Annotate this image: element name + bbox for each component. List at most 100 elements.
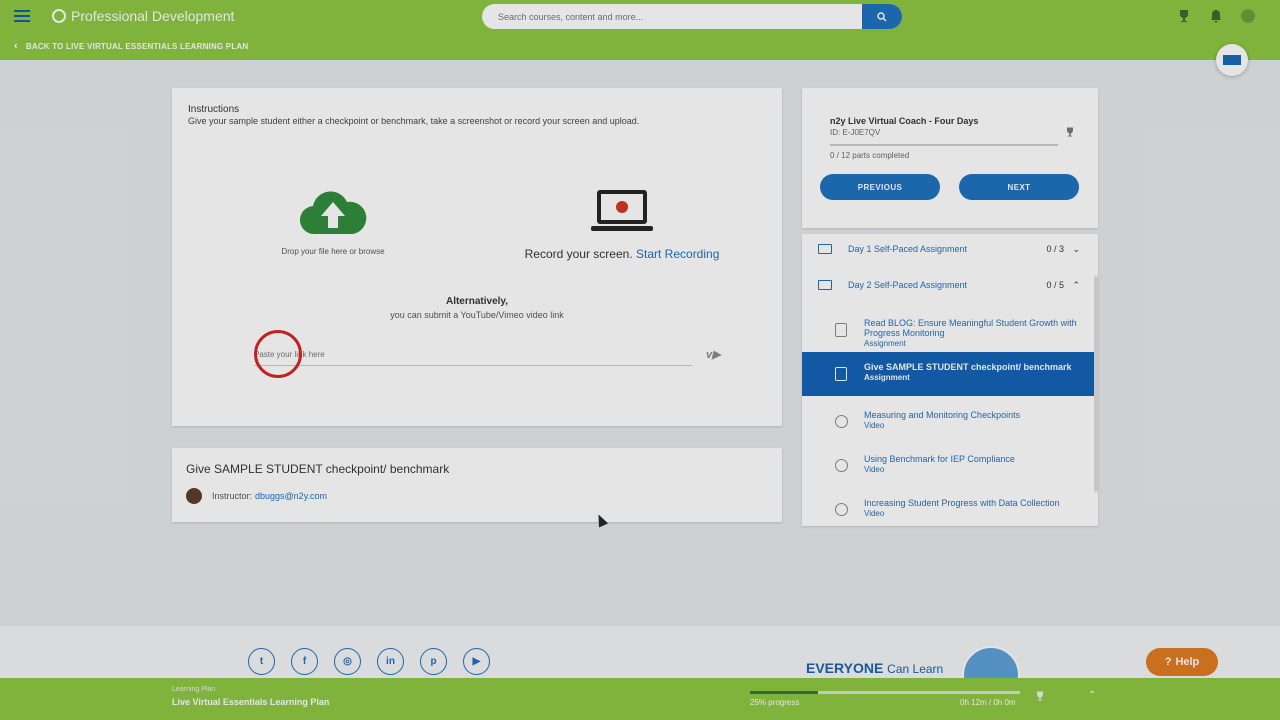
search-icon	[877, 11, 887, 22]
play-circle-icon	[835, 503, 848, 516]
time-spent: 0h 12m / 0h 0m	[960, 698, 1016, 707]
help-label: Help	[1175, 656, 1200, 668]
item-type: Video	[864, 509, 885, 518]
progress-track	[750, 691, 1020, 694]
list-item[interactable]: Increasing Student Progress with Data Co…	[802, 488, 1098, 526]
search-button[interactable]	[862, 4, 902, 29]
facebook-icon[interactable]: f	[291, 648, 318, 675]
linkedin-icon[interactable]: in	[377, 648, 404, 675]
item-type: Assignment	[864, 339, 906, 348]
click-highlight-ring	[254, 330, 302, 378]
course-title: n2y Live Virtual Coach - Four Days	[830, 116, 979, 126]
social-links: t f ◎ in p ▶	[248, 648, 490, 675]
video-link-field	[254, 344, 692, 366]
instructor-line: Instructor: dbuggs@n2y.com	[186, 488, 327, 504]
trophy-icon	[1067, 127, 1073, 137]
bell-icon[interactable]	[1208, 8, 1224, 24]
item-name: Measuring and Monitoring Checkpoints	[864, 410, 1021, 420]
outline-scrollbar[interactable]	[1094, 276, 1098, 492]
hamburger-menu-icon[interactable]	[14, 10, 30, 24]
record-label: Record your screen.	[524, 247, 633, 261]
play-circle-icon	[835, 415, 848, 428]
parts-completed: 0 / 12 parts completed	[830, 151, 910, 160]
clipboard-icon	[835, 323, 847, 337]
instructions-card: Instructions Give your sample student ei…	[172, 88, 782, 426]
help-button[interactable]: ? Help	[1146, 648, 1218, 676]
course-outline: Day 1 Self-Paced Assignment 0 / 3 ⌄ Day …	[802, 234, 1098, 526]
alternative-title: Alternatively,	[445, 296, 509, 307]
progress-fill	[750, 691, 818, 694]
assignment-title: Give SAMPLE STUDENT checkpoint/ benchmar…	[186, 462, 450, 476]
item-type: Assignment	[864, 373, 910, 382]
trophy-icon	[1037, 691, 1043, 701]
record-area: Record your screen. Start Recording	[516, 188, 728, 261]
cloud-upload-icon	[299, 191, 367, 235]
back-link-label: BACK TO LIVE VIRTUAL ESSENTIALS LEARNING…	[25, 41, 249, 51]
youtube-icon[interactable]: ▶	[463, 648, 490, 675]
search-bar	[482, 4, 902, 29]
section-day1[interactable]: Day 1 Self-Paced Assignment 0 / 3 ⌄	[802, 234, 1098, 264]
item-type: Video	[864, 421, 885, 430]
flag-badge-button[interactable]	[1216, 44, 1248, 76]
progress-text: 25% progress	[750, 698, 800, 707]
record-text: Record your screen. Start Recording	[516, 247, 728, 261]
item-name: Read BLOG: Ensure Meaningful Student Gro…	[864, 318, 1077, 338]
assignment-info-card: Give SAMPLE STUDENT checkpoint/ benchmar…	[172, 448, 782, 522]
back-link[interactable]: ‹ BACK TO LIVE VIRTUAL ESSENTIALS LEARNI…	[14, 40, 248, 52]
top-bar: Professional Development ‹ BACK TO LIVE …	[0, 0, 1280, 60]
play-circle-icon	[835, 459, 848, 472]
brand-title: Professional Development	[71, 8, 235, 24]
instructions-title: Instructions	[188, 104, 240, 115]
pinterest-icon[interactable]: p	[420, 648, 447, 675]
instructor-email-link[interactable]: dbuggs@n2y.com	[255, 491, 327, 501]
alternative-subtitle: you can submit a YouTube/Vimeo video lin…	[390, 310, 564, 320]
item-type: Video	[864, 465, 885, 474]
list-item[interactable]: Using Benchmark for IEP Compliance Video	[802, 444, 1098, 488]
upload-text: Drop your file here or browse	[281, 247, 385, 256]
folder-icon	[818, 244, 832, 254]
section-count: 0 / 3	[1046, 244, 1064, 254]
question-icon: ?	[1164, 656, 1172, 668]
learning-plan-label: Learning Plan	[172, 686, 216, 693]
user-avatar-icon[interactable]	[1240, 8, 1256, 24]
previous-button[interactable]: PREVIOUS	[820, 174, 940, 200]
brand[interactable]: Professional Development	[52, 8, 234, 24]
folder-icon	[818, 280, 832, 290]
section-count: 0 / 5	[1046, 280, 1064, 290]
section-day2[interactable]: Day 2 Self-Paced Assignment 0 / 5 ⌃	[802, 270, 1098, 300]
item-name: Increasing Student Progress with Data Co…	[864, 498, 1060, 508]
section-label: Day 1 Self-Paced Assignment	[848, 244, 968, 254]
vimeo-youtube-icon: v▶	[706, 349, 721, 361]
tagline-bold: EVERYONE	[806, 660, 884, 676]
item-name: Using Benchmark for IEP Compliance	[864, 454, 1015, 464]
chevron-up-icon: ⌃	[1072, 279, 1080, 290]
laptop-record-icon	[591, 190, 653, 231]
clipboard-icon	[835, 367, 847, 381]
list-item[interactable]: Measuring and Monitoring Checkpoints Vide…	[802, 400, 1098, 444]
start-recording-link[interactable]: Start Recording	[636, 247, 719, 261]
instructions-description: Give your sample student either a checkp…	[188, 116, 640, 126]
flag-icon	[1223, 55, 1241, 65]
instagram-icon[interactable]: ◎	[334, 648, 361, 675]
alternative-text: Alternatively, you can submit a YouTube/…	[172, 296, 782, 320]
list-item[interactable]: Read BLOG: Ensure Meaningful Student Gro…	[802, 308, 1098, 352]
twitter-icon[interactable]: t	[248, 648, 275, 675]
search-input[interactable]	[482, 4, 862, 29]
trophy-icon[interactable]	[1176, 8, 1192, 24]
course-summary-card: n2y Live Virtual Coach - Four Days ID: E…	[802, 88, 1098, 228]
chevron-down-icon: ⌄	[1072, 243, 1080, 254]
video-link-input[interactable]	[254, 344, 692, 365]
section-label: Day 2 Self-Paced Assignment	[848, 280, 968, 290]
tagline-rest: Can Learn	[887, 662, 944, 676]
top-icons	[1176, 8, 1256, 24]
chevron-left-icon: ‹	[14, 40, 18, 52]
footer: t f ◎ in p ▶ EVERYONE Can Learn ? Help	[0, 626, 1280, 704]
brand-logo-icon	[52, 9, 66, 23]
list-item-active[interactable]: Give SAMPLE STUDENT checkpoint/ benchmar…	[802, 352, 1098, 396]
upload-dropzone[interactable]: Drop your file here or browse	[270, 188, 396, 256]
chevron-up-icon[interactable]: ⌃	[1088, 690, 1096, 701]
learning-plan-name[interactable]: Live Virtual Essentials Learning Plan	[172, 697, 329, 707]
instructor-label: Instructor:	[212, 491, 253, 501]
next-button[interactable]: NEXT	[959, 174, 1079, 200]
course-progress-bar	[830, 144, 1058, 146]
